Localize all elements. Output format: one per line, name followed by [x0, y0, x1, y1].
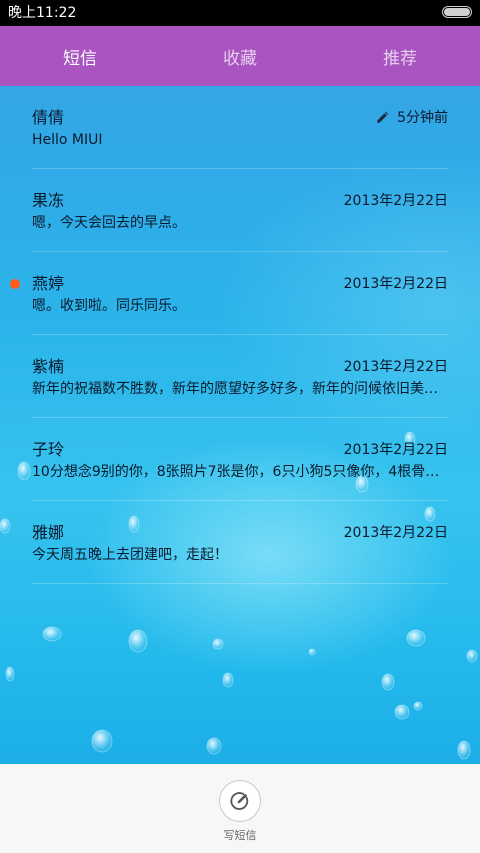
contact-name: 子玲: [32, 440, 65, 459]
contact-name: 倩倩: [32, 108, 65, 127]
message-preview: 嗯，今天会回去的早点。: [32, 215, 186, 231]
compose-button[interactable]: [219, 780, 261, 822]
message-item[interactable]: 果冻 2013年2月22日 嗯，今天会回去的早点。: [32, 169, 448, 252]
tab-bar: 短信 收藏 推荐: [0, 26, 480, 86]
contact-name: 雅娜: [32, 523, 65, 542]
tab-recommended[interactable]: 推荐: [320, 26, 480, 86]
message-list: 倩倩 5分钟前 Hello MIUI 果冻 2013年2月22日 嗯，今天会回去…: [0, 86, 480, 584]
message-time-group: 5分钟前: [375, 109, 448, 127]
pencil-icon: [377, 111, 389, 123]
message-time: 5分钟前: [397, 110, 448, 126]
message-preview: Hello MIUI: [32, 132, 103, 148]
tab-messages[interactable]: 短信: [0, 26, 160, 86]
compose-icon: [230, 792, 249, 810]
message-time: 2013年2月22日: [343, 442, 448, 458]
unread-indicator: [10, 279, 20, 289]
message-preview: 今天周五晚上去团建吧，走起！: [32, 547, 228, 563]
message-item[interactable]: 雅娜 2013年2月22日 今天周五晚上去团建吧，走起！: [32, 501, 448, 584]
message-item[interactable]: 紫楠 2013年2月22日 新年的祝福数不胜数，新年的愿望好多好多，新年的问候依…: [32, 335, 448, 418]
contact-name: 燕婷: [32, 274, 65, 293]
tab-favorites[interactable]: 收藏: [160, 26, 320, 86]
message-preview: 新年的祝福数不胜数，新年的愿望好多好多，新年的问候依旧美好…: [32, 381, 448, 397]
compose-label: 写短信: [223, 829, 257, 842]
message-time: 2013年2月22日: [343, 525, 448, 541]
message-time: 2013年2月22日: [343, 193, 448, 209]
message-list-area: 倩倩 5分钟前 Hello MIUI 果冻 2013年2月22日 嗯，今天会回去…: [0, 86, 480, 764]
message-time: 2013年2月22日: [343, 359, 448, 375]
battery-icon: [442, 6, 472, 18]
contact-name: 紫楠: [32, 357, 65, 376]
bottom-bar: 写短信: [0, 764, 480, 853]
status-time: 晚上11:22: [8, 5, 77, 21]
status-bar: 晚上11:22: [0, 0, 480, 26]
message-item[interactable]: 子玲 2013年2月22日 10分想念9别的你，8张照片7张是你，6只小狗5只像…: [32, 418, 448, 501]
message-time: 2013年2月22日: [343, 276, 448, 292]
contact-name: 果冻: [32, 191, 65, 210]
message-item[interactable]: 燕婷 2013年2月22日 嗯。收到啦。同乐同乐。: [10, 252, 448, 335]
message-preview: 10分想念9别的你，8张照片7张是你，6只小狗5只像你，4根骨头…: [32, 464, 448, 480]
message-preview: 嗯。收到啦。同乐同乐。: [32, 298, 186, 314]
message-item[interactable]: 倩倩 5分钟前 Hello MIUI: [32, 86, 448, 169]
